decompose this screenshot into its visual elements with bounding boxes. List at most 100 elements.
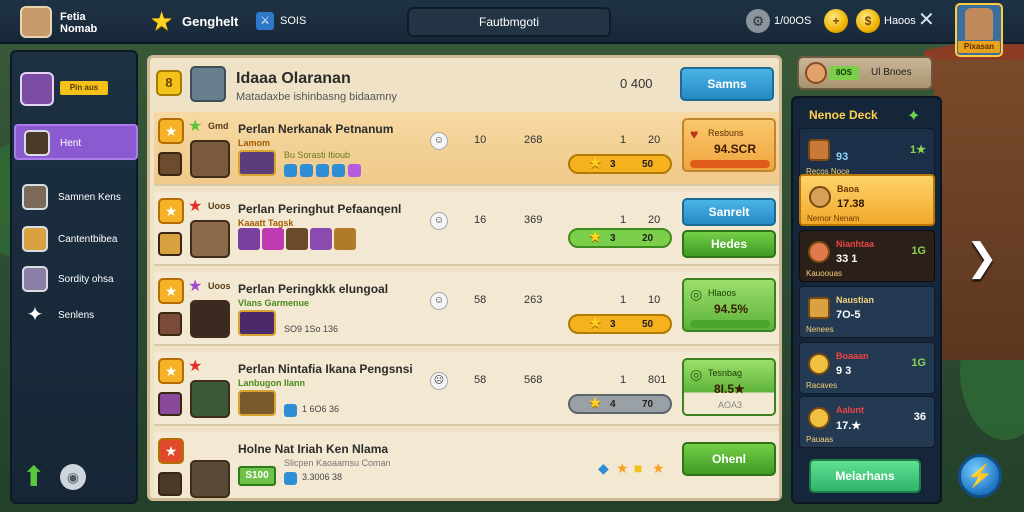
stat-2: 268 (524, 134, 543, 146)
deck-panel: Nenoe Deck ✦ 93 Recos Noce 1★ Baoa 17.38… (791, 96, 942, 504)
stat-1: 16 (474, 214, 487, 226)
sidebar-item-senlens[interactable]: ✦ Senlens (14, 298, 138, 334)
player-portrait (190, 66, 226, 102)
sidebar-item-cantentbibea[interactable]: Cantentbibea (14, 222, 138, 258)
card-icon (808, 407, 830, 429)
star-icon: ★ (616, 460, 629, 476)
progress-pill: ★ 3 50 (568, 314, 672, 334)
manage-button[interactable]: Melarhans (809, 459, 921, 493)
gear-icon[interactable]: ⚙ (746, 9, 770, 33)
table-row[interactable]: ★ ★ Uoos Perlan Peringkkk elungoal Vlans… (154, 272, 779, 346)
deck-card[interactable]: Boaaan 9 3 Racaves 1G (799, 342, 935, 394)
card-label: Boaaan (836, 351, 869, 361)
row-subtitle: Lamom (238, 138, 271, 148)
open-button[interactable]: Ohenl (682, 442, 776, 476)
row-caption: 1 6O6 36 (302, 404, 340, 414)
sidebar-item-sordity-ohsa[interactable]: Sordity ohsa (14, 262, 138, 298)
sidebar: Pin aus Hent Samnen Kens Cantentbibea So… (10, 50, 138, 504)
deck-card[interactable]: Aalunt 17.★ Pauaas 36 (799, 396, 935, 448)
table-row[interactable]: ★ ★ Gmd Perlan Nerkanak Petnanum Lamom B… (154, 112, 779, 186)
row-subtitle: Slicpen Kaoaamsu Coman (284, 458, 391, 468)
hero-avatar (190, 140, 230, 178)
row-title: Perlan Peringhut Pefaanqenl (238, 202, 402, 216)
class-icon (158, 312, 182, 336)
stat-4: 20 (648, 214, 661, 226)
weapon-icon (238, 390, 276, 416)
chevron-right-icon[interactable]: ❯ (966, 238, 998, 278)
hero-avatar (190, 300, 230, 338)
top-bar: Fetia Nomab ★ Genghelt ⚔ SOIS Fautbmgoti… (0, 0, 1024, 44)
stat-4: 20 (648, 134, 661, 146)
player-name: Fetia Nomab (60, 11, 98, 35)
sword-icon: ⚔ (256, 12, 274, 30)
table-row[interactable]: ★ ★ Perlan Nintafia Ikana Pengsnsi Lanbu… (154, 352, 779, 426)
player-avatar[interactable] (20, 6, 52, 38)
stat-3: 1 (620, 214, 627, 226)
hero-avatar (190, 380, 230, 418)
reward-box[interactable]: ◎ Hlaoos 94.5% (682, 278, 776, 332)
close-icon[interactable]: ✕ (918, 8, 935, 32)
row-subtitle: Vlans Garmenue (238, 298, 310, 308)
tier-star-icon: ★ (188, 278, 203, 295)
guild-avatar[interactable] (20, 72, 54, 106)
class-icon (158, 152, 182, 176)
stat-2: 369 (524, 214, 543, 226)
rank-star-icon: ★ (158, 358, 184, 384)
stat-1: 10 (474, 134, 487, 146)
camera-icon[interactable]: ◉ (60, 464, 86, 490)
lightning-icon[interactable]: ⚡ (958, 454, 1002, 498)
cube-icon: ◆ (598, 460, 609, 476)
row-title: Perlan Nintafia Ikana Pengsnsi (238, 362, 413, 376)
deck-card[interactable]: Nianhtaa 33 1 Kauoouas 1G (799, 230, 935, 282)
profile-portrait (965, 8, 993, 40)
center-banner[interactable]: Fautbmgoti (407, 7, 611, 37)
main-header: 8 Idaaa Olaranan Matadaxbe ishinbasng bi… (150, 58, 779, 110)
pill-left-value: 3 (610, 159, 616, 170)
reward-box[interactable]: ◎ Tesnbag 8I.5★ AOA3 (682, 358, 776, 416)
card-icon (808, 139, 830, 161)
coin-icon[interactable]: + (824, 9, 848, 33)
tier-star-icon: ★ (188, 358, 203, 375)
upgrade-arrow-icon[interactable]: ⬆ (22, 462, 52, 492)
table-row[interactable]: ★ Holne Nat Iriah Ken Nlama Slicpen Kaoa… (154, 432, 779, 498)
gold-square-icon: ■ (634, 460, 643, 476)
class-icon (158, 232, 182, 256)
sidebar-item-hent[interactable]: Hent (14, 124, 138, 160)
row-title: Perlan Peringkkk elungoal (238, 282, 389, 296)
table-row[interactable]: ★ ★ Uoos Perlan Peringhut Pefaanqenl Kaa… (154, 192, 779, 266)
select-button[interactable]: Sanrelt (682, 198, 776, 226)
right-panel-header[interactable]: 8OS Ul Bnoes (797, 56, 933, 90)
item-icon (286, 228, 308, 250)
sidebar-item-samnen-kens[interactable]: Samnen Kens (14, 180, 138, 216)
page-title: Genghelt (182, 14, 239, 29)
stat-1: 58 (474, 294, 487, 306)
reward-label: Hlaoos (708, 288, 737, 298)
card-caption: Kauoouas (806, 269, 843, 278)
reward-box[interactable]: ♥ Resbuns 94.SCR (682, 118, 776, 172)
gem-icon (284, 164, 297, 177)
details-button[interactable]: Hedes (682, 230, 776, 258)
pill-right-value: 50 (642, 159, 654, 170)
gem-icon (284, 404, 297, 417)
sparkle-icon: ✦ (907, 108, 921, 125)
header-subtitle: Matadaxbe ishinbasng bidaamny (236, 91, 397, 103)
pill-left-value: 3 (610, 233, 616, 244)
deck-card[interactable]: 93 Recos Noce 1★ (799, 128, 935, 180)
header-button[interactable]: Samns (680, 67, 774, 101)
card-label: Aalunt (836, 405, 864, 415)
star-icon: ★ (150, 6, 174, 36)
reward-value: 8I.5★ (714, 382, 745, 396)
row-caption: SO9 1So 136 (284, 324, 339, 334)
deck-card[interactable]: Baoa 17.38 Nernor Nenam (799, 174, 935, 226)
profile-card[interactable]: Pixasan (955, 3, 1003, 57)
sidebar-item-label: Cantentbibea (58, 234, 118, 245)
card-right-value: 1G (911, 245, 926, 257)
deck-card[interactable]: Naustian 7O-5 Nenees (799, 286, 935, 338)
hero-avatar (190, 460, 230, 498)
reward-value: 94.5% (714, 302, 749, 316)
card-right-value: 1G (911, 357, 926, 369)
sidebar-item-label: Senlens (58, 310, 95, 321)
gear-resource-value: 1/00OS (774, 15, 812, 27)
card-caption: Nernor Nenam (807, 214, 860, 223)
background-house (934, 60, 1024, 360)
